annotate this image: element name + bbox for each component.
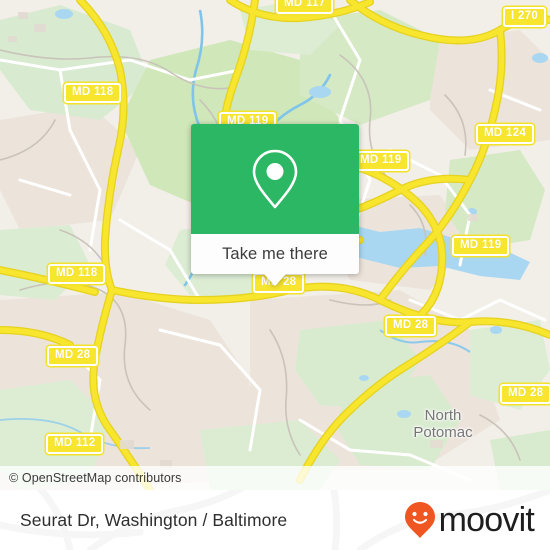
location-title: Seurat Dr, Washington / Baltimore: [20, 510, 288, 530]
callout-pointer-tail: [264, 274, 286, 286]
moovit-map-screenshot: © OpenStreetMap contributors I 270 MD 11…: [0, 0, 550, 550]
road-shield: MD 112: [46, 434, 104, 454]
map-attribution: © OpenStreetMap contributors: [0, 466, 550, 490]
road-shield: MD 117: [276, 0, 334, 14]
road-shield: MD 28: [47, 346, 99, 366]
moovit-wordmark: moovit: [438, 501, 535, 539]
road-shield: MD 28: [385, 316, 437, 336]
location-callout-card[interactable]: Take me there: [191, 124, 359, 286]
map-pin-icon: [252, 149, 298, 209]
road-shield: MD 118: [64, 83, 122, 103]
moovit-smiley-pin-icon: [404, 502, 435, 538]
place-label-north-potomac: North Potomac: [393, 407, 493, 441]
moovit-brand-logo[interactable]: moovit: [403, 490, 535, 550]
take-me-there-button[interactable]: Take me there: [191, 234, 359, 274]
road-shield: I 270: [503, 7, 547, 27]
road-shield: MD 28: [500, 384, 550, 404]
road-shield: MD 119: [352, 151, 410, 171]
callout-icon-area: [191, 124, 359, 234]
road-shield: MD 119: [452, 236, 510, 256]
place-label-line-1: North: [424, 407, 462, 424]
footer-bar: Seurat Dr, Washington / Baltimore moovit: [0, 490, 550, 550]
place-label-line-2: Potomac: [413, 424, 473, 441]
road-shield: MD 118: [48, 264, 106, 284]
road-shield: MD 124: [476, 124, 535, 144]
